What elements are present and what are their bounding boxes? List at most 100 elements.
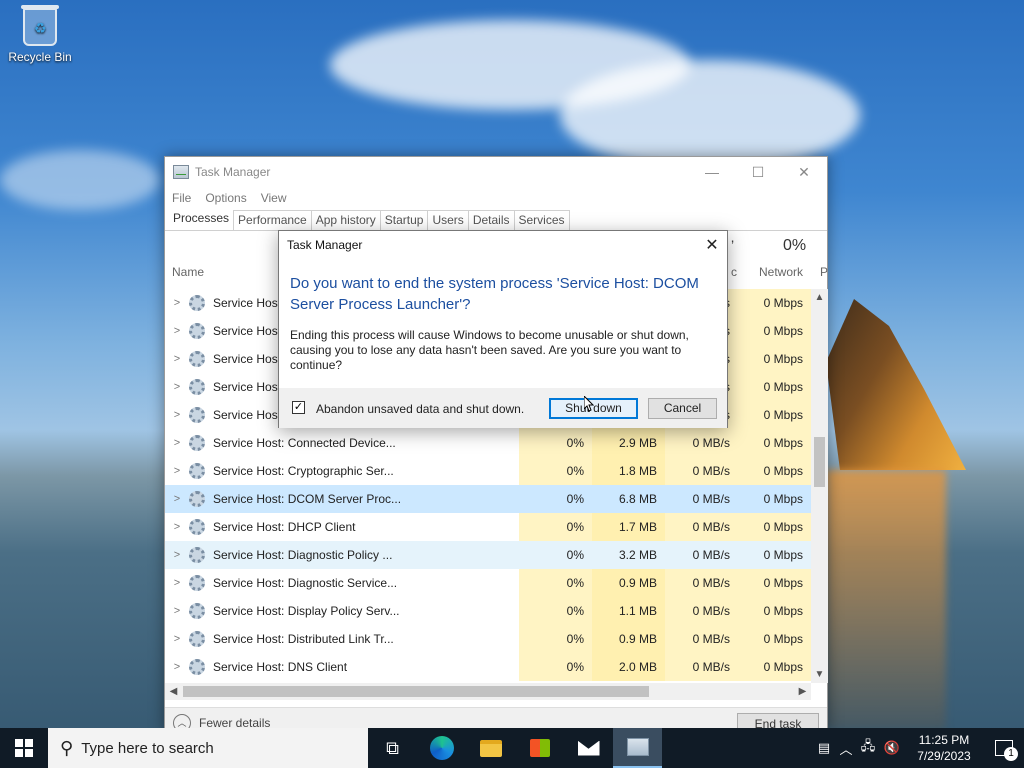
edge-taskbar-button[interactable] — [417, 728, 466, 768]
desktop-icon-recycle-bin[interactable]: ♻ Recycle Bin — [6, 5, 74, 64]
tab-startup[interactable]: Startup — [379, 210, 429, 230]
dialog-main-instruction: Do you want to end the system process 'S… — [290, 275, 699, 313]
cpu-cell: 0% — [519, 597, 592, 625]
expand-chevron-icon[interactable]: > — [165, 605, 189, 617]
task-manager-taskbar-button[interactable] — [613, 728, 662, 768]
memory-cell: 2.0 MB — [592, 653, 665, 681]
scroll-left-arrow-icon[interactable]: ◀ — [165, 683, 182, 700]
cloud-decoration — [0, 150, 160, 210]
abandon-data-checkbox[interactable]: ✓ — [292, 401, 305, 414]
cancel-button[interactable]: Cancel — [648, 398, 717, 419]
tab-services[interactable]: Services — [513, 210, 570, 230]
scroll-down-arrow-icon[interactable]: ▼ — [811, 666, 828, 683]
disk-header-fragment: c — [731, 265, 737, 279]
store-taskbar-button[interactable] — [515, 728, 564, 768]
news-widget-icon[interactable]: ▤ — [812, 740, 836, 756]
network-cell: 0 Mbps — [738, 457, 811, 485]
table-row[interactable]: > Service Host: DHCP Client 0% 1.7 MB 0 MB/s… — [165, 513, 811, 541]
network-cell: 0 Mbps — [738, 513, 811, 541]
tab-users[interactable]: Users — [427, 210, 469, 230]
cpu-cell: 0% — [519, 457, 592, 485]
system-tray: ▤ ︿ 🖧 🔇 11:25 PM 7/29/2023 1 — [812, 728, 1024, 768]
column-network-header[interactable]: Network — [759, 265, 803, 279]
table-row[interactable]: > Service Host: Diagnostic Policy ... 0% 3.… — [165, 541, 811, 569]
mail-taskbar-button[interactable] — [564, 728, 613, 768]
menu-file[interactable]: File — [172, 191, 191, 205]
dialog-title-bar[interactable]: Task Manager ✕ — [279, 231, 727, 259]
column-name-header[interactable]: Name — [172, 265, 204, 279]
process-name: Service Host: DNS Client — [213, 660, 348, 674]
disk-cell: 0 MB/s — [692, 492, 730, 506]
expand-chevron-icon[interactable]: > — [165, 381, 189, 393]
cpu-cell: 0% — [519, 625, 592, 653]
cpu-cell: 0% — [519, 653, 592, 681]
table-row[interactable]: > Service Host: DNS Client 0% 2.0 MB 0 MB/s 0… — [165, 653, 811, 681]
expand-chevron-icon[interactable]: > — [165, 297, 189, 309]
disk-cell: 0 MB/s — [665, 625, 738, 653]
expand-chevron-icon[interactable]: > — [165, 437, 189, 449]
expand-chevron-icon[interactable]: > — [165, 549, 189, 561]
menu-bar: File Options View — [165, 187, 827, 209]
chevron-up-icon[interactable]: ︿ — [836, 739, 856, 758]
gear-icon — [189, 631, 205, 647]
abandon-data-checkbox-label[interactable]: Abandon unsaved data and shut down. — [316, 402, 524, 416]
notification-center-button[interactable]: 1 — [984, 728, 1024, 768]
tab-performance[interactable]: Performance — [233, 210, 312, 230]
title-bar[interactable]: Task Manager — ☐ ✕ — [165, 157, 827, 187]
network-icon[interactable]: 🖧 — [856, 737, 880, 759]
expand-chevron-icon[interactable]: > — [165, 465, 189, 477]
cliff-decoration — [826, 299, 966, 470]
gear-icon — [189, 295, 205, 311]
table-row[interactable]: > Service Host: Connected Device... 0% 2.9 … — [165, 429, 811, 457]
dialog-close-icon[interactable]: ✕ — [697, 235, 727, 255]
task-view-button[interactable]: ⧉ — [368, 728, 417, 768]
file-explorer-taskbar-button[interactable] — [466, 728, 515, 768]
taskbar-clock[interactable]: 11:25 PM 7/29/2023 — [904, 732, 984, 764]
table-row[interactable]: > Service Host: Display Policy Serv... 0% 1… — [165, 597, 811, 625]
expand-chevron-icon[interactable]: > — [165, 577, 189, 589]
scroll-right-arrow-icon[interactable]: ▶ — [794, 683, 811, 700]
horizontal-scrollbar[interactable]: ◀ ▶ — [165, 683, 811, 700]
windows-logo-icon — [15, 739, 33, 757]
process-name: Service Host: Display Policy Serv... — [213, 604, 400, 618]
scroll-up-arrow-icon[interactable]: ▲ — [811, 289, 828, 306]
table-row[interactable]: > Service Host: DCOM Server Proc... 0% 6.8 … — [165, 485, 811, 513]
vertical-scroll-thumb[interactable] — [814, 437, 825, 487]
table-row[interactable]: > Service Host: Diagnostic Service... 0% 0.… — [165, 569, 811, 597]
tab-app-history[interactable]: App history — [310, 210, 381, 230]
minimize-button[interactable]: — — [689, 157, 735, 187]
memory-cell: 1.7 MB — [592, 513, 665, 541]
memory-cell: 0.9 MB — [592, 625, 665, 653]
close-button[interactable]: ✕ — [781, 157, 827, 187]
memory-cell: 3.2 MB — [618, 548, 657, 562]
network-cell: 0 Mbps — [763, 492, 803, 506]
window-title: Task Manager — [195, 165, 271, 179]
tab-processes[interactable]: Processes — [168, 208, 235, 230]
dialog-footer: ✓ Abandon unsaved data and shut down. Sh… — [279, 388, 727, 428]
gear-icon — [189, 323, 205, 339]
expand-chevron-icon[interactable]: > — [165, 325, 189, 337]
expand-chevron-icon[interactable]: > — [165, 409, 189, 421]
column-next-header-fragment[interactable]: P — [820, 265, 828, 279]
start-button[interactable] — [0, 728, 48, 768]
expand-chevron-icon[interactable]: > — [165, 521, 189, 533]
clock-date: 7/29/2023 — [917, 749, 971, 763]
tab-details[interactable]: Details — [467, 210, 515, 230]
menu-view[interactable]: View — [261, 191, 287, 205]
vertical-scrollbar[interactable]: ▲ ▼ — [811, 289, 828, 683]
maximize-button[interactable]: ☐ — [735, 157, 781, 187]
memory-cell: 6.8 MB — [618, 492, 657, 506]
expand-chevron-icon[interactable]: > — [165, 661, 189, 673]
horizontal-scroll-thumb[interactable] — [183, 686, 649, 697]
volume-muted-icon[interactable]: 🔇 — [880, 740, 904, 756]
table-row[interactable]: > Service Host: Cryptographic Ser... 0% 1.8… — [165, 457, 811, 485]
taskbar-search-box[interactable]: ⚲ Type here to search — [48, 728, 368, 768]
process-name: Service Host: Diagnostic Policy ... — [213, 548, 393, 562]
expand-chevron-icon[interactable]: > — [165, 353, 189, 365]
menu-options[interactable]: Options — [205, 191, 246, 205]
process-name: Service Host: Cryptographic Ser... — [213, 464, 394, 478]
expand-chevron-icon[interactable]: > — [165, 633, 189, 645]
expand-chevron-icon[interactable]: > — [165, 493, 189, 505]
table-row[interactable]: > Service Host: Distributed Link Tr... 0% 0… — [165, 625, 811, 653]
task-view-icon: ⧉ — [386, 737, 399, 758]
